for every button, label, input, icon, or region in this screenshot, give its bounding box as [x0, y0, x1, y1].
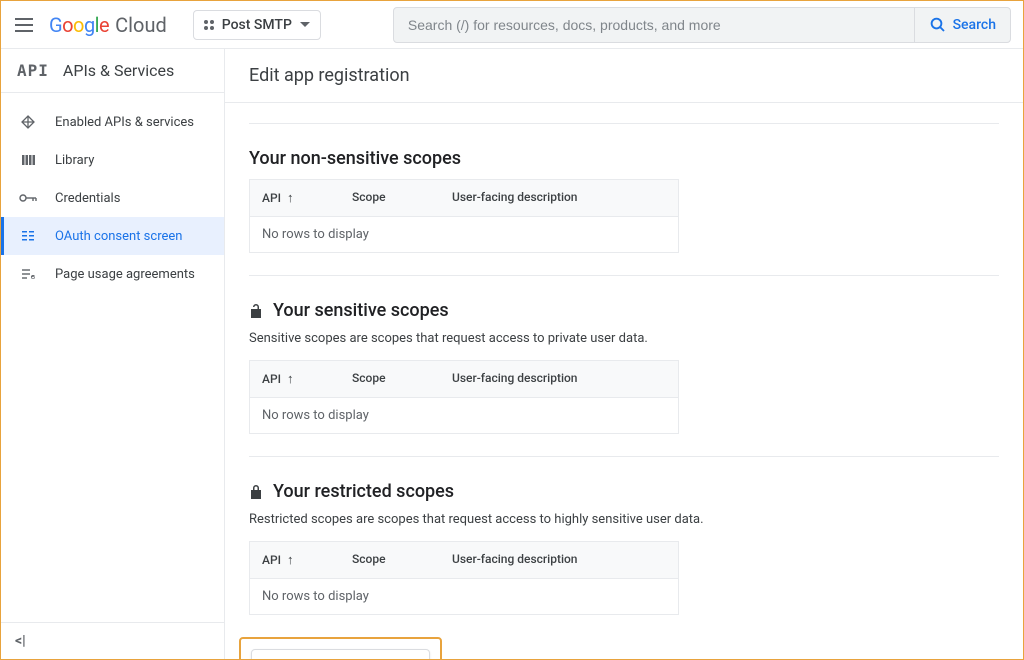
col-api-label: API: [262, 191, 281, 205]
sort-arrow-up-icon: ↑: [287, 190, 294, 206]
sections-container: Your non-sensitive scopes API ↑ Scope Us…: [225, 103, 1023, 659]
section-heading-text: Your sensitive scopes: [273, 300, 449, 321]
sidebar-item-credentials[interactable]: Credentials: [1, 179, 224, 217]
table-empty-message: No rows to display: [250, 397, 678, 433]
table-empty-message: No rows to display: [250, 216, 678, 252]
col-api-label: API: [262, 372, 281, 386]
table-header-row: API ↑ Scope User-facing description: [250, 542, 678, 578]
table-col-api[interactable]: API ↑: [262, 371, 352, 387]
sidebar-item-label: Credentials: [55, 191, 120, 206]
table-col-api[interactable]: API ↑: [262, 552, 352, 568]
action-buttons: SAVE AND CONTINUE CANCEL: [239, 637, 999, 659]
chevron-down-icon: [300, 22, 310, 27]
sensitive-scopes-section: Your sensitive scopes Sensitive scopes a…: [249, 300, 999, 434]
divider: [249, 275, 999, 276]
col-api-label: API: [262, 553, 281, 567]
sidebar-item-enabled-apis[interactable]: Enabled APIs & services: [1, 103, 224, 141]
table-col-desc[interactable]: User-facing description: [452, 190, 666, 206]
section-heading: Your restricted scopes: [249, 481, 999, 502]
main-header: Edit app registration: [225, 49, 1023, 103]
save-highlight-box: SAVE AND CONTINUE: [239, 637, 442, 659]
table-col-api[interactable]: API ↑: [262, 190, 352, 206]
search-container: Search: [393, 7, 1011, 43]
unlock-icon: [249, 303, 263, 319]
scopes-table: API ↑ Scope User-facing description No r…: [249, 179, 679, 253]
section-desc: Restricted scopes are scopes that reques…: [249, 512, 999, 527]
cloud-text: Cloud: [115, 13, 167, 37]
key-icon: [19, 189, 37, 207]
google-cloud-logo[interactable]: Google Cloud: [49, 13, 167, 37]
collapse-sidebar-icon[interactable]: <|: [15, 633, 26, 649]
search-button-label: Search: [953, 17, 996, 33]
api-logo-icon: API: [17, 61, 49, 80]
section-desc: Sensitive scopes are scopes that request…: [249, 331, 999, 346]
hamburger-menu-icon[interactable]: [13, 13, 37, 37]
table-col-desc[interactable]: User-facing description: [452, 552, 666, 568]
content-area: API APIs & Services Enabled APIs & servi…: [1, 49, 1023, 659]
consent-icon: [19, 227, 37, 245]
diamond-icon: [19, 113, 37, 131]
project-name: Post SMTP: [222, 17, 292, 33]
save-and-continue-button[interactable]: SAVE AND CONTINUE: [251, 649, 430, 659]
table-empty-message: No rows to display: [250, 578, 678, 614]
section-heading: Your non-sensitive scopes: [249, 148, 999, 169]
sidebar-footer: <|: [1, 622, 224, 659]
page-title: Edit app registration: [249, 65, 999, 86]
section-heading-text: Your restricted scopes: [273, 481, 454, 502]
section-heading-text: Your non-sensitive scopes: [249, 148, 461, 169]
sidebar-item-agreements[interactable]: Page usage agreements: [1, 255, 224, 293]
sidebar-item-library[interactable]: Library: [1, 141, 224, 179]
search-icon: [929, 16, 947, 34]
sidebar: API APIs & Services Enabled APIs & servi…: [1, 49, 225, 659]
restricted-scopes-section: Your restricted scopes Restricted scopes…: [249, 481, 999, 615]
search-button[interactable]: Search: [914, 8, 1010, 42]
sidebar-item-label: OAuth consent screen: [55, 229, 182, 244]
scopes-table: API ↑ Scope User-facing description No r…: [249, 541, 679, 615]
sidebar-title: APIs & Services: [63, 61, 174, 80]
sidebar-item-label: Page usage agreements: [55, 267, 195, 282]
scopes-table: API ↑ Scope User-facing description No r…: [249, 360, 679, 434]
top-header: Google Cloud Post SMTP Search: [1, 1, 1023, 49]
divider: [249, 456, 999, 457]
divider: [249, 123, 999, 124]
sort-arrow-up-icon: ↑: [287, 552, 294, 568]
sidebar-item-label: Enabled APIs & services: [55, 115, 194, 130]
non-sensitive-scopes-section: Your non-sensitive scopes API ↑ Scope Us…: [249, 148, 999, 253]
table-col-desc[interactable]: User-facing description: [452, 371, 666, 387]
table-col-scope[interactable]: Scope: [352, 552, 452, 568]
lock-icon: [249, 484, 263, 500]
main-content: Edit app registration Your non-sensitive…: [225, 49, 1023, 659]
project-selector[interactable]: Post SMTP: [193, 10, 321, 40]
sidebar-item-oauth-consent[interactable]: OAuth consent screen: [1, 217, 224, 255]
sort-arrow-up-icon: ↑: [287, 371, 294, 387]
sidebar-item-label: Library: [55, 153, 94, 168]
table-col-scope[interactable]: Scope: [352, 190, 452, 206]
table-header-row: API ↑ Scope User-facing description: [250, 180, 678, 216]
sidebar-header: API APIs & Services: [1, 49, 224, 93]
search-input[interactable]: [394, 17, 914, 33]
library-icon: [19, 151, 37, 169]
agreements-icon: [19, 265, 37, 283]
sidebar-nav: Enabled APIs & services Library Credenti…: [1, 93, 224, 622]
section-heading: Your sensitive scopes: [249, 300, 999, 321]
table-col-scope[interactable]: Scope: [352, 371, 452, 387]
table-header-row: API ↑ Scope User-facing description: [250, 361, 678, 397]
project-dots-icon: [204, 20, 214, 30]
